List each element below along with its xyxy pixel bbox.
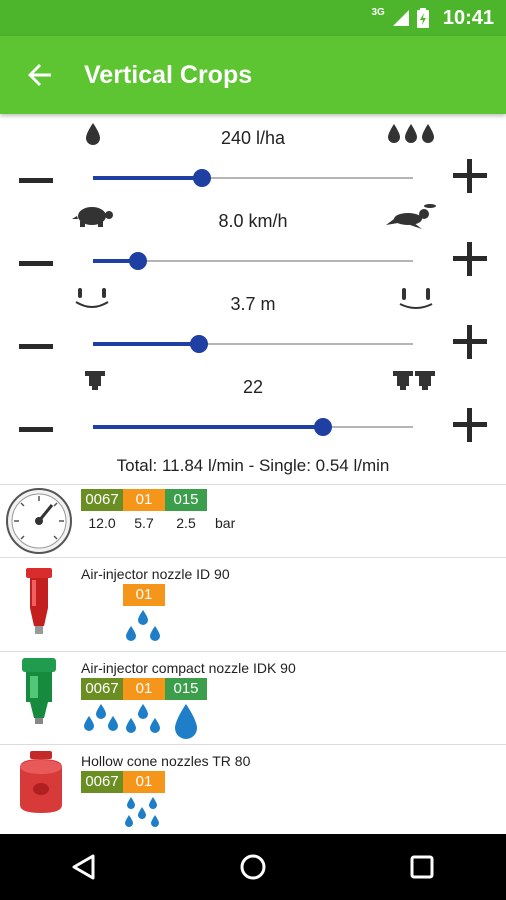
slider-fill — [93, 342, 199, 346]
speed-minus-button[interactable] — [18, 245, 54, 281]
nozzle-count-slider[interactable] — [93, 418, 413, 436]
tag-01: 01 — [123, 771, 165, 793]
nav-recents-icon[interactable] — [407, 852, 437, 882]
total-flow-text: Total: 11.84 l/min - Single: 0.54 l/min — [116, 456, 390, 475]
clock: 10:41 — [442, 6, 494, 29]
volume-control: 240 l/ha — [0, 118, 506, 201]
nozzle-name: Air-injector nozzle ID 90 — [81, 566, 230, 582]
red-cone-nozzle-icon — [20, 751, 62, 813]
tag-0067: 0067 — [81, 489, 123, 511]
spacing-plus-button[interactable] — [450, 322, 490, 362]
volume-plus-button[interactable] — [450, 156, 490, 196]
nozzle-row-tr80[interactable]: Hollow cone nozzles TR 80 0067 01 — [0, 745, 506, 834]
spacing-value: 3.7 m — [230, 294, 276, 314]
speed-plus-button[interactable] — [450, 239, 490, 279]
red-nozzle-icon — [26, 568, 52, 634]
nozzle-count-control: 22 — [0, 367, 506, 450]
drops-icon — [125, 797, 159, 827]
signal-icon — [392, 10, 409, 26]
pressure-values: 12.0 5.7 2.5 bar — [81, 515, 235, 531]
nozzle-tags: 01 — [123, 584, 165, 606]
spacing-control: 3.7 m — [0, 284, 506, 367]
volume-minus-button[interactable] — [18, 162, 54, 198]
slider-thumb[interactable] — [192, 169, 211, 187]
tag-0067: 0067 — [81, 771, 123, 793]
speed-value: 8.0 km/h — [218, 211, 288, 231]
tag-01: 01 — [123, 489, 165, 511]
pressure-gauge-icon — [6, 488, 72, 554]
tag-01: 01 — [123, 678, 165, 700]
nozzle-row-id90[interactable]: Air-injector nozzle ID 90 01 — [0, 558, 506, 651]
drops-icon — [84, 704, 197, 739]
pressure-row[interactable]: 0067 01 015 12.0 5.7 2.5 bar — [0, 485, 506, 557]
pressure-value: 5.7 — [134, 515, 154, 531]
volume-slider[interactable] — [93, 169, 413, 187]
slider-fill — [93, 425, 324, 429]
battery-icon — [416, 8, 429, 28]
spacing-minus-button[interactable] — [18, 328, 54, 364]
pressure-value: 2.5 — [176, 515, 196, 531]
nozzle-count-plus-button[interactable] — [450, 405, 490, 445]
speed-slider[interactable] — [93, 252, 413, 270]
app-bar: Vertical Crops — [0, 36, 506, 114]
slider-thumb[interactable] — [189, 335, 208, 353]
nozzle-count-minus-button[interactable] — [18, 411, 54, 447]
status-bar: 3G 10:41 — [0, 0, 506, 36]
slider-thumb[interactable] — [128, 252, 147, 270]
pressure-unit: bar — [215, 515, 236, 531]
tag-01: 01 — [123, 584, 165, 606]
tag-015: 015 — [165, 678, 207, 700]
nozzle-count-value: 22 — [242, 377, 264, 397]
slider-fill — [93, 176, 202, 180]
nav-home-icon[interactable] — [238, 852, 268, 882]
tag-015: 015 — [165, 489, 207, 511]
nav-back-icon[interactable] — [69, 852, 99, 882]
tag-0067: 0067 — [81, 678, 123, 700]
volume-value: 240 l/ha — [220, 128, 286, 148]
pressure-tags: 0067 01 015 — [81, 489, 207, 511]
nozzle-tags: 0067 01 — [81, 771, 165, 793]
green-nozzle-icon — [22, 658, 56, 724]
page-title: Vertical Crops — [84, 60, 253, 89]
nozzle-name: Hollow cone nozzles TR 80 — [81, 753, 251, 769]
navigation-bar — [0, 834, 506, 900]
nozzle-row-idk90[interactable]: Air-injector compact nozzle IDK 90 0067 … — [0, 652, 506, 744]
slider-thumb[interactable] — [314, 418, 333, 436]
spacing-slider[interactable] — [93, 335, 413, 353]
nozzle-name: Air-injector compact nozzle IDK 90 — [81, 660, 296, 676]
network-type: 3G — [371, 6, 385, 18]
pressure-value: 12.0 — [88, 515, 116, 531]
arrow-back-icon[interactable] — [22, 57, 58, 93]
nozzle-tags: 0067 01 015 — [81, 678, 207, 700]
drops-icon — [126, 610, 160, 641]
speed-control: 8.0 km/h — [0, 201, 506, 284]
